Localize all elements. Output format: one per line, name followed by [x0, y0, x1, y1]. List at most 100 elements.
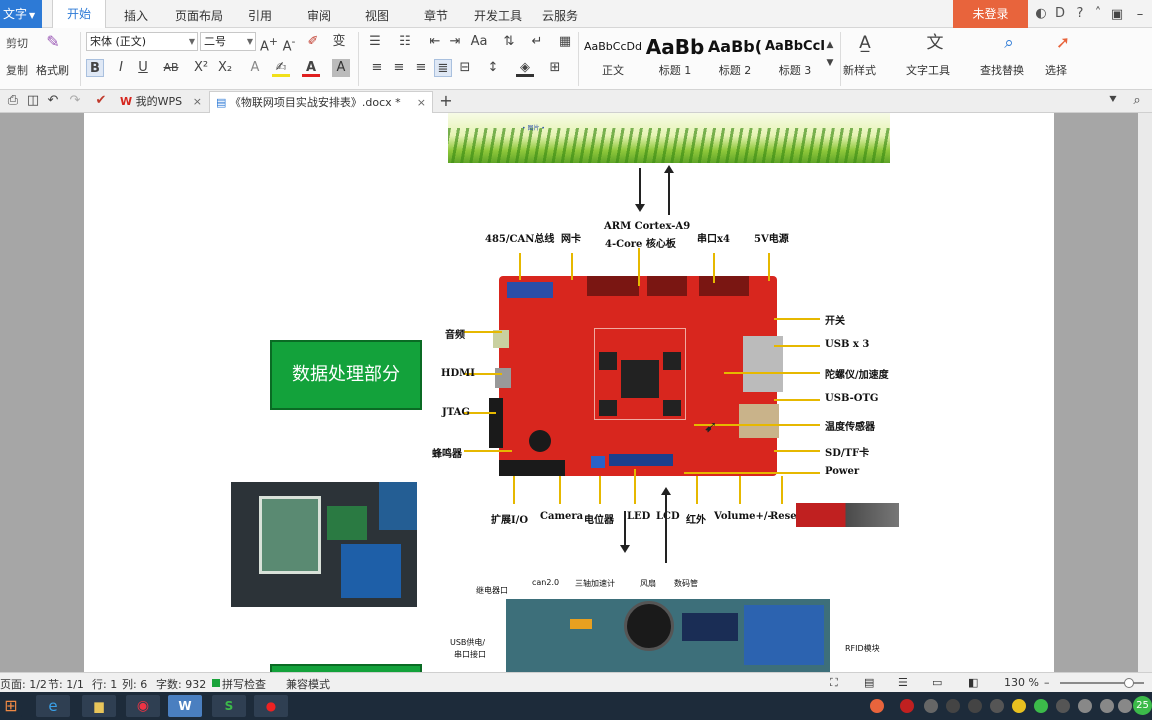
- minimize-icon[interactable]: –: [1130, 4, 1150, 24]
- justify-icon[interactable]: ≣: [434, 59, 452, 77]
- wps-sheet-icon[interactable]: S: [212, 695, 246, 717]
- line-spacing-icon[interactable]: ↕: [484, 59, 502, 77]
- document-page[interactable]: • 图片 • 数据处理部分 485/CAN总线 网卡 ARM Cortex-A9…: [84, 113, 1054, 672]
- new-style-button[interactable]: 新样式: [843, 62, 876, 78]
- tab-references[interactable]: 引用: [248, 7, 272, 24]
- styles-scroll-icon[interactable]: ▲ ▼: [825, 36, 835, 68]
- tab-page-layout[interactable]: 页面布局: [175, 7, 223, 24]
- bullet-list-icon[interactable]: ☰: [366, 33, 384, 51]
- explorer-icon[interactable]: ▆: [82, 695, 116, 717]
- quick-access-icon[interactable]: ✔: [92, 92, 110, 110]
- zoom-slider-knob[interactable]: [1123, 678, 1134, 688]
- status-word-count[interactable]: 字数: 932: [156, 676, 206, 692]
- tray-security-icon[interactable]: [1012, 699, 1026, 713]
- tab-document[interactable]: ▤ 《物联网项目实战安排表》.docx * ×: [209, 91, 433, 113]
- volume-icon[interactable]: [1100, 699, 1114, 713]
- select-button[interactable]: 选择: [1045, 62, 1067, 78]
- close-icon[interactable]: ×: [417, 92, 426, 114]
- increase-indent-icon[interactable]: ⇥: [446, 33, 464, 51]
- tray-shield-icon[interactable]: [1034, 699, 1048, 713]
- tray-icon[interactable]: [1056, 699, 1070, 713]
- clear-format-icon[interactable]: ✐: [304, 33, 322, 51]
- tab-list-icon[interactable]: ⯆: [1104, 92, 1122, 110]
- close-icon[interactable]: ×: [193, 91, 202, 113]
- style-heading-1[interactable]: AaBb 标题 1: [645, 32, 705, 82]
- superscript-icon[interactable]: X²: [192, 59, 210, 77]
- reading-view-icon[interactable]: ▭: [932, 676, 942, 689]
- tray-icon[interactable]: [968, 699, 982, 713]
- text-effect-icon[interactable]: A: [246, 59, 264, 77]
- table-icon[interactable]: ▦: [556, 33, 574, 51]
- font-color-icon[interactable]: A: [302, 59, 320, 77]
- start-button[interactable]: ⊞: [0, 695, 22, 717]
- skin-icon[interactable]: ◐: [1033, 5, 1049, 23]
- grow-font-icon[interactable]: A+: [260, 33, 278, 54]
- app-menu-button[interactable]: 文字 ▼: [0, 0, 42, 28]
- tray-icon[interactable]: [990, 699, 1004, 713]
- phonetic-icon[interactable]: 变: [330, 33, 348, 51]
- paragraph-mark-icon[interactable]: ↵: [528, 33, 546, 51]
- strikethrough-icon[interactable]: AB: [162, 59, 180, 77]
- font-name-select[interactable]: 宋体 (正文) ▼: [86, 32, 198, 51]
- font-size-select[interactable]: 二号 ▼: [200, 32, 256, 51]
- feedback-icon[interactable]: D: [1052, 5, 1068, 23]
- tab-my-wps[interactable]: W 我的WPS ×: [114, 91, 208, 113]
- find-replace-button[interactable]: 查找替换: [980, 62, 1024, 78]
- align-center-icon[interactable]: ≡: [390, 59, 408, 77]
- tab-chapter[interactable]: 章节: [424, 7, 448, 24]
- subscript-icon[interactable]: X₂: [216, 59, 234, 77]
- tray-record-icon[interactable]: [900, 699, 914, 713]
- chevron-up-icon[interactable]: ˄: [1090, 5, 1106, 23]
- format-painter-button[interactable]: 格式刷: [36, 62, 69, 78]
- status-spell-check[interactable]: 拼写检查: [222, 676, 266, 692]
- tab-review[interactable]: 审阅: [307, 7, 331, 24]
- restore-icon[interactable]: ▣: [1107, 4, 1127, 24]
- tray-camera-icon[interactable]: [924, 699, 938, 713]
- recorder-icon[interactable]: ●: [254, 695, 288, 717]
- format-painter-icon[interactable]: ✎: [44, 33, 62, 51]
- notification-badge[interactable]: 25: [1133, 696, 1152, 715]
- distributed-icon[interactable]: ⊟: [456, 59, 474, 77]
- tab-cloud[interactable]: 云服务: [542, 7, 578, 24]
- redo-icon[interactable]: ↷: [66, 92, 84, 110]
- new-tab-icon[interactable]: +: [437, 92, 455, 110]
- outline-view-icon[interactable]: ☰: [898, 676, 908, 689]
- style-heading-2[interactable]: AaBb( 标题 2: [705, 32, 765, 82]
- tray-icon[interactable]: [946, 699, 960, 713]
- help-icon[interactable]: ?: [1072, 5, 1088, 23]
- align-left-icon[interactable]: ≡: [368, 59, 386, 77]
- tab-view[interactable]: 视图: [365, 7, 389, 24]
- copy-button[interactable]: 复制: [6, 62, 28, 78]
- underline-icon[interactable]: U: [134, 59, 152, 77]
- style-heading-3[interactable]: AaBbCcI 标题 3: [765, 32, 825, 82]
- page-view-icon[interactable]: ▤: [864, 676, 874, 689]
- text-tools-button[interactable]: 文字工具: [906, 62, 950, 78]
- undo-icon[interactable]: ↶: [44, 92, 62, 110]
- fullscreen-icon[interactable]: ⛶: [830, 676, 838, 690]
- zoom-slider[interactable]: [1060, 678, 1144, 688]
- decrease-indent-icon[interactable]: ⇤: [426, 33, 444, 51]
- shrink-font-icon[interactable]: A-: [280, 33, 298, 54]
- tab-insert[interactable]: 插入: [124, 7, 148, 24]
- italic-icon[interactable]: I: [112, 59, 130, 77]
- bold-icon[interactable]: B: [86, 59, 104, 77]
- network-icon[interactable]: [1078, 699, 1092, 713]
- print-preview-icon[interactable]: ◫: [24, 92, 42, 110]
- numbered-list-icon[interactable]: ☷: [396, 33, 414, 51]
- tab-home[interactable]: 开始: [52, 0, 107, 29]
- tray-wps-icon[interactable]: [870, 699, 884, 713]
- highlight-icon[interactable]: ✍: [272, 59, 290, 77]
- border-icon[interactable]: ⊞: [546, 59, 564, 77]
- align-right-icon[interactable]: ≡: [412, 59, 430, 77]
- style-normal[interactable]: AaBbCcDd 正文: [583, 32, 643, 82]
- web-view-icon[interactable]: ◧: [968, 676, 978, 689]
- login-button[interactable]: 未登录: [953, 0, 1028, 28]
- ime-icon[interactable]: [1118, 699, 1132, 713]
- change-case-icon[interactable]: Aa: [470, 33, 488, 51]
- cut-button[interactable]: 剪切: [6, 35, 28, 51]
- document-workspace[interactable]: • 图片 • 数据处理部分 485/CAN总线 网卡 ARM Cortex-A9…: [0, 113, 1152, 672]
- sort-icon[interactable]: ⇅: [500, 33, 518, 51]
- tab-developer[interactable]: 开发工具: [474, 7, 522, 24]
- wps-writer-icon[interactable]: W: [168, 695, 202, 717]
- chrome-icon[interactable]: ◉: [126, 695, 160, 717]
